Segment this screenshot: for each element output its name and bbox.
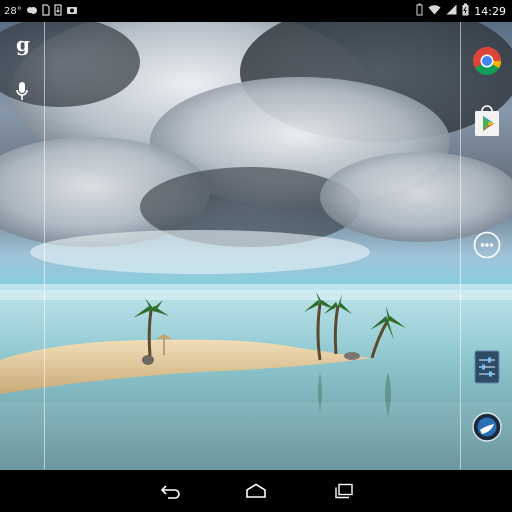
recents-button[interactable] <box>328 478 358 504</box>
app-drawer-icon <box>473 231 501 259</box>
back-button[interactable] <box>156 478 186 504</box>
navigation-bar <box>0 470 512 512</box>
weather-icon <box>26 5 38 18</box>
app-drawer-button[interactable] <box>470 228 504 262</box>
download-icon <box>54 4 62 19</box>
google-search-icon: g <box>16 32 30 56</box>
chrome-icon <box>473 47 501 75</box>
signal-icon <box>446 4 457 18</box>
tropical-island-scene <box>0 22 512 470</box>
play-store-icon <box>475 105 499 136</box>
google-earth-app[interactable] <box>470 410 504 444</box>
status-bar: 28° 14:29 <box>0 0 512 22</box>
home-icon <box>246 483 266 498</box>
temperature-text: 28° <box>4 6 22 17</box>
wifi-icon <box>428 4 441 18</box>
charging-battery-icon <box>462 3 469 19</box>
microphone-icon <box>16 82 28 100</box>
live-wallpaper <box>0 22 512 470</box>
battery-icon <box>416 3 423 19</box>
google-search-button[interactable]: g <box>8 30 36 58</box>
gallery-icon <box>66 5 78 18</box>
google-earth-icon <box>472 412 502 442</box>
play-store-app[interactable] <box>470 104 504 138</box>
left-bar-divider <box>44 22 45 470</box>
voice-search-button[interactable] <box>8 78 36 106</box>
settings-app[interactable] <box>470 350 504 384</box>
home-button[interactable] <box>241 478 271 504</box>
sd-card-icon <box>42 4 50 19</box>
chrome-app[interactable] <box>470 44 504 78</box>
back-icon <box>160 485 180 499</box>
status-right-group: 14:29 <box>416 3 506 19</box>
clock: 14:29 <box>474 4 506 18</box>
status-left-group: 28° <box>4 4 78 19</box>
recents-icon <box>335 483 353 499</box>
settings-icon <box>474 350 500 384</box>
svg-text:g: g <box>16 32 30 56</box>
hotseat-divider <box>460 22 461 470</box>
